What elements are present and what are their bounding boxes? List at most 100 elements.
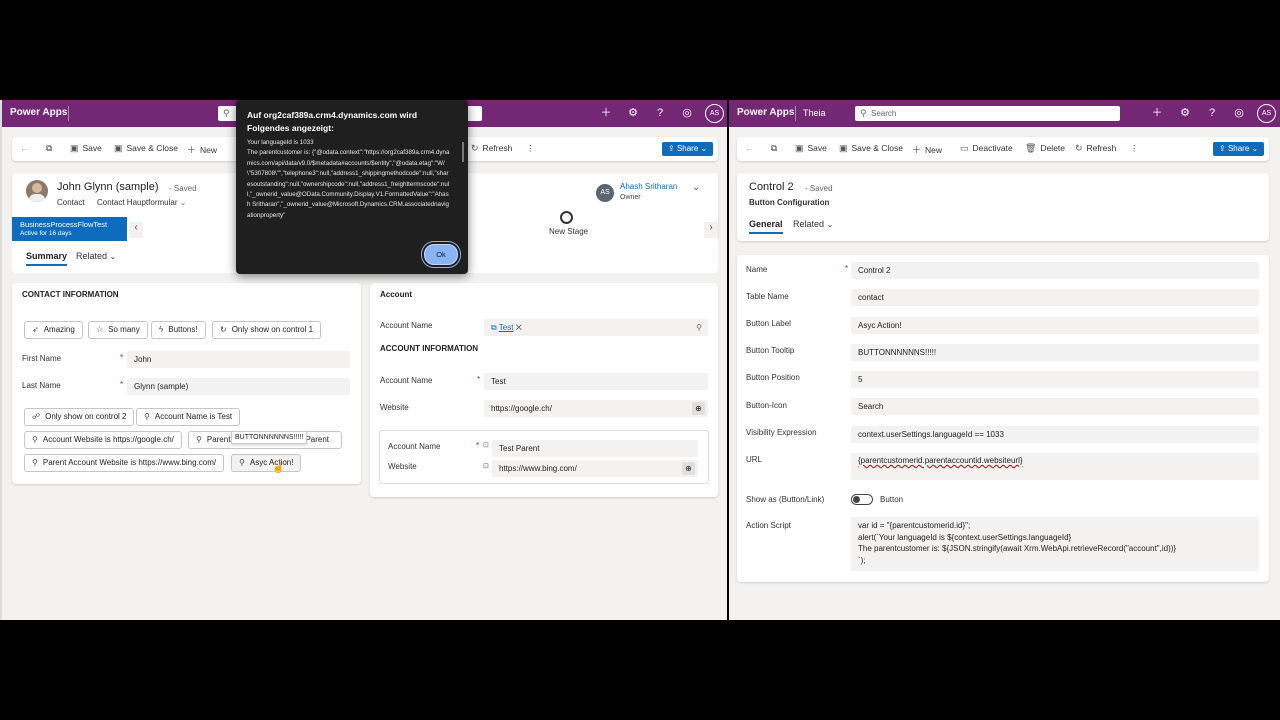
tab-related[interactable]: Related ⌄ — [793, 219, 833, 229]
refresh-button[interactable]: ↻ Refresh — [471, 143, 512, 154]
more-icon[interactable]: ⋮ — [1130, 143, 1139, 154]
refresh-button[interactable]: ↻ Refresh — [1075, 143, 1116, 154]
back-icon[interactable]: ← — [20, 143, 29, 153]
gear-icon[interactable]: ⚙ — [625, 105, 641, 121]
account-name-label: Account Name — [380, 321, 433, 330]
chevron-left-icon[interactable]: ‹ — [129, 222, 143, 238]
plus-icon[interactable]: ＋ — [1149, 105, 1165, 121]
button-icon-label: Button-Icon — [746, 401, 787, 410]
globe-icon[interactable]: ⊕ — [692, 402, 705, 415]
account-name-test-button[interactable]: ⚲ Account Name is Test — [136, 408, 241, 426]
share-button[interactable]: ⇪ Share ⌄ — [1213, 142, 1265, 156]
visibility-expression-label: Visibility Expression — [746, 428, 817, 437]
back-icon[interactable]: ← — [745, 143, 754, 153]
avatar-body — [29, 194, 45, 202]
show-as-toggle[interactable] — [851, 494, 873, 505]
refresh-icon: ↻ — [220, 325, 227, 334]
website-field[interactable]: https://google.ch/⊕ — [484, 400, 708, 417]
gear-icon[interactable]: ⚙ — [1177, 105, 1193, 121]
section-title: CONTACT INFORMATION — [22, 290, 119, 299]
owner-name[interactable]: Ahash Sritharan — [620, 182, 677, 191]
url-field[interactable]: {parentcustomerid.parentaccountid.websit… — [851, 453, 1259, 480]
button-icon-field[interactable]: Search — [851, 398, 1259, 415]
chevron-down-icon[interactable]: ⌄ — [692, 182, 700, 193]
scrollbar[interactable] — [462, 142, 464, 162]
show-as-label: Show as (Button/Link) — [746, 495, 825, 504]
visibility-expression-field[interactable]: context.userSettings.languageId == 1033 — [851, 426, 1259, 443]
contact-information-section: CONTACT INFORMATION ➶ Amazing ☆ So many ϟB… — [12, 283, 361, 484]
tab-related[interactable]: Related ⌄ — [76, 251, 116, 261]
amazing-button[interactable]: ➶ Amazing — [24, 321, 83, 339]
app-brand[interactable]: Power Apps — [10, 107, 67, 118]
deactivate-button[interactable]: ▭ Deactivate — [960, 143, 1013, 154]
save-button[interactable]: ▣ Save — [70, 143, 102, 154]
user-avatar[interactable]: AS — [705, 104, 724, 123]
divider — [795, 106, 796, 121]
new-button[interactable]: ＋ New — [187, 143, 217, 156]
popout-icon[interactable]: ⧉ — [771, 143, 777, 154]
table-name-field[interactable]: contact — [851, 289, 1259, 306]
user-avatar[interactable]: AS — [1257, 104, 1276, 123]
section-title: ACCOUNT INFORMATION — [380, 344, 479, 353]
help-icon[interactable]: ? — [652, 105, 668, 121]
copilot-icon[interactable]: ◎ — [679, 105, 695, 121]
required-indicator: * — [845, 264, 849, 273]
only-show-control2-button[interactable]: ☍ Only show on control 2 — [24, 408, 135, 426]
alert-dialog: Auf org2caf389a.crm4.dynamics.com wird F… — [236, 100, 468, 274]
search-input[interactable]: ⚲ Search — [855, 106, 1120, 121]
bpf-flag[interactable]: BusinessProcessFlowTest Active for 16 da… — [12, 217, 127, 241]
stage-circle[interactable] — [560, 211, 573, 224]
chevron-right-icon[interactable]: › — [704, 222, 718, 238]
asyc-action-button[interactable]: ⚲ Asyc Action! — [231, 454, 302, 472]
more-icon[interactable]: ⋮ — [526, 143, 535, 154]
first-name-field[interactable]: John — [127, 351, 350, 368]
form-selector[interactable]: Contact Hauptformular ⌄ — [97, 198, 186, 207]
close-icon[interactable]: ✕ — [516, 323, 522, 332]
app-brand[interactable]: Power Apps — [737, 107, 794, 118]
so-many-button[interactable]: ☆ So many — [88, 321, 148, 339]
environment-name[interactable]: Theia — [803, 108, 826, 118]
flash-icon: ϟ — [159, 325, 164, 334]
account-lookup-tag[interactable]: ⧉ Test ✕ — [491, 323, 522, 332]
required-indicator: * — [476, 441, 480, 450]
save-close-button[interactable]: ▣ Save & Close — [839, 143, 903, 154]
bpf-name: BusinessProcessFlowTest — [20, 220, 108, 229]
globe-icon[interactable]: ⊕ — [682, 462, 695, 475]
account-lookup-field[interactable]: ⧉ Test ✕ ⚲ — [484, 319, 708, 336]
new-button[interactable]: ＋ New — [912, 143, 942, 156]
help-icon[interactable]: ? — [1204, 105, 1220, 121]
plus-icon[interactable]: ＋ — [598, 105, 614, 121]
stage-name[interactable]: New Stage — [549, 227, 588, 236]
tab-summary[interactable]: Summary — [26, 251, 68, 266]
entity-name: Contact — [57, 198, 85, 207]
parent-account-website-button[interactable]: ⚲ Parent Account Website is https://www.b… — [24, 454, 225, 472]
button-position-field[interactable]: 5 — [851, 371, 1259, 388]
popout-icon[interactable]: ⧉ — [46, 143, 52, 154]
form-name: Button Configuration — [749, 198, 830, 207]
save-close-button[interactable]: ▣ Save & Close — [114, 143, 178, 154]
buttons-button[interactable]: ϟ Buttons! — [151, 321, 206, 339]
chevron-down-icon: ⌄ — [826, 220, 834, 229]
button-label-field[interactable]: Asyc Action! — [851, 317, 1259, 334]
name-field[interactable]: Control 2 — [851, 262, 1259, 279]
save-button[interactable]: ▣ Save — [795, 143, 827, 154]
saved-status: - Saved — [805, 184, 833, 193]
search-icon: ⚲ — [196, 435, 202, 444]
account-name-field[interactable]: Test — [484, 373, 708, 390]
copilot-icon[interactable]: ◎ — [1231, 105, 1247, 121]
delete-button[interactable]: 🗑 Delete — [1025, 143, 1065, 154]
action-script-field[interactable]: var id = "{parentcustomerid.id}"; alert(… — [851, 517, 1259, 571]
tab-general[interactable]: General — [749, 219, 783, 234]
search-icon[interactable]: ⚲ — [696, 319, 702, 336]
account-website-button[interactable]: ⚲ Account Website is https://google.ch/ — [24, 431, 182, 449]
last-name-field[interactable]: Glynn (sample) — [127, 378, 350, 395]
plus-icon: ＋ — [187, 145, 197, 155]
deactivate-icon: ▭ — [960, 143, 969, 153]
dialog-title: Auf org2caf389a.crm4.dynamics.com wird F… — [247, 110, 418, 133]
ok-button[interactable]: Ok — [424, 244, 458, 265]
only-show-control1-button[interactable]: ↻ Only show on control 1 — [212, 321, 322, 339]
record-title: Control 2 — [749, 181, 794, 193]
rocket-icon: ➶ — [32, 325, 39, 334]
button-tooltip-field[interactable]: BUTTONNNNNNS!!!!! — [851, 344, 1259, 361]
share-button[interactable]: ⇪ Share ⌄ — [662, 142, 714, 156]
